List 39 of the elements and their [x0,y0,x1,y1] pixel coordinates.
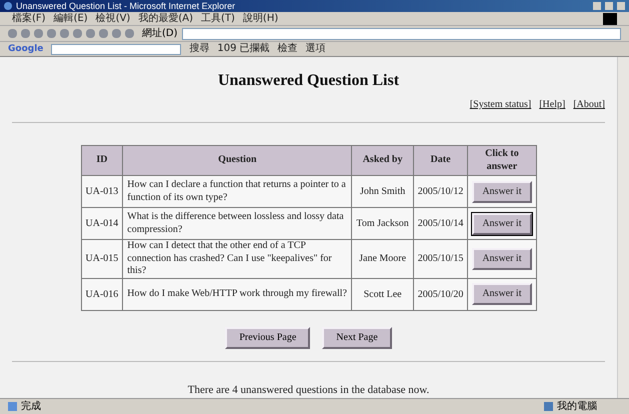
menu-item[interactable]: 說明(H) [242,14,278,24]
footer-text: There are 4 unanswered questions in the database now. [188,382,430,398]
table-cell: UA-015 [81,240,123,278]
google-logo: Google [8,44,44,54]
menu-item[interactable]: 工具(T) [201,14,235,24]
toolbar-item[interactable]: 109 已攔截 [217,44,270,54]
answer-button[interactable]: Answer it [472,248,532,270]
zone-text: 我的電腦 [557,402,597,412]
table-cell: How can I detect that the other end of a TCP connection has crashed? Can I use "keepalives" for this? [122,240,352,278]
table-cell: 2005/10/15 [413,240,468,278]
toolbar-item[interactable]: 搜尋 [189,44,210,54]
pager-button[interactable]: Next Page [322,326,392,348]
nav-link[interactable]: [About] [573,97,605,112]
window-title: Unanswered Question List - Microsoft Internet Explorer [16,2,236,10]
table-cell: UA-016 [81,278,123,310]
toolbar-item[interactable]: 選項 [306,44,326,54]
address-label: 網址(D) [142,28,178,38]
table-cell: 2005/10/20 [413,278,468,310]
address-field[interactable] [182,28,621,40]
menu-item[interactable]: 編輯(E) [54,14,88,24]
table-cell: Jane Moore [352,240,414,278]
menu-item[interactable]: 檔案(F) [12,14,46,24]
status-text: 完成 [21,402,41,412]
toolbar-item[interactable]: 檢查 [278,44,298,54]
menu-item[interactable]: 檢視(V) [96,14,130,24]
table-cell: Scott Lee [352,278,414,310]
page-heading: Unanswered Question List [218,71,400,91]
answer-button[interactable]: Answer it [472,283,532,305]
menu-item[interactable]: 我的最愛(A) [138,14,193,24]
pager-button[interactable]: Previous Page [225,326,310,348]
column-header: ID [81,146,123,176]
scrollbar[interactable] [617,57,629,398]
answer-button[interactable]: Answer it [472,180,532,202]
answer-button[interactable]: Answer it [472,212,532,234]
nav-link[interactable]: [Help] [539,97,566,112]
google-search-field[interactable] [51,44,182,54]
table-cell: How do I make Web/HTTP work through my firewall? [122,278,352,310]
nav-link[interactable]: [System status] [470,97,532,112]
column-header: Question [122,146,352,176]
